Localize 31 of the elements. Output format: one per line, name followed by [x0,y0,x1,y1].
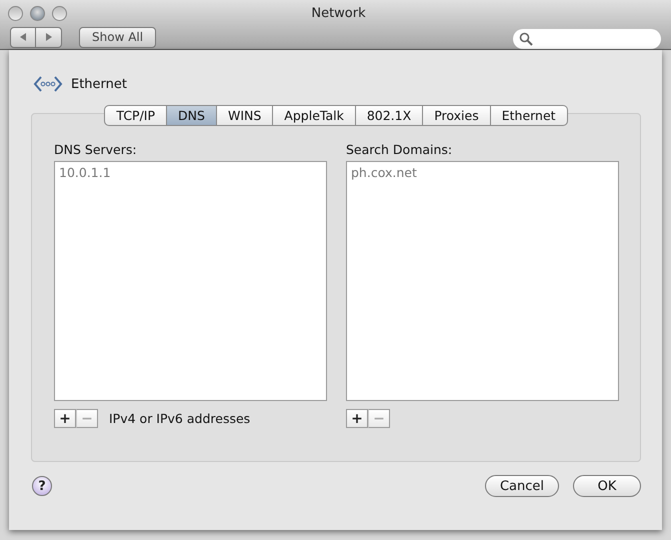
service-name: Ethernet [71,76,127,92]
back-arrow-icon [18,32,28,42]
list-entry[interactable]: 10.0.1.1 [59,165,322,180]
hint-text: IPv4 or IPv6 addresses [109,411,250,426]
tab[interactable]: Ethernet [490,105,568,126]
list-label: DNS Servers: [54,142,138,157]
list-label: Search Domains: [346,142,454,157]
window-title: Network [311,6,366,20]
tab[interactable]: WINS [216,105,274,126]
search-field[interactable] [513,28,661,48]
dialog-button[interactable]: OK [573,475,641,497]
tab[interactable]: Proxies [423,105,491,126]
list-box[interactable]: 10.0.1.1 [54,161,327,401]
tab[interactable]: DNS [167,105,217,126]
show-all-button[interactable]: Show All [79,26,156,48]
close-button[interactable] [8,6,23,20]
add-button[interactable]: + [346,409,368,428]
list-box[interactable]: ph.cox.net [346,161,619,401]
zoom-button[interactable] [52,6,67,20]
add-button[interactable]: + [54,409,76,428]
dialog-button[interactable]: Cancel [484,475,559,497]
tab[interactable]: 802.1X [356,105,424,126]
forward-button[interactable] [36,26,62,48]
list-entry[interactable]: ph.cox.net [351,165,614,180]
tab[interactable]: TCP/IP [104,105,168,126]
forward-arrow-icon [44,32,54,42]
back-button[interactable] [10,26,36,48]
minimize-button[interactable] [30,6,45,20]
help-button[interactable]: ? [32,476,52,496]
search-icon [519,32,533,46]
tab[interactable]: AppleTalk [273,105,356,126]
